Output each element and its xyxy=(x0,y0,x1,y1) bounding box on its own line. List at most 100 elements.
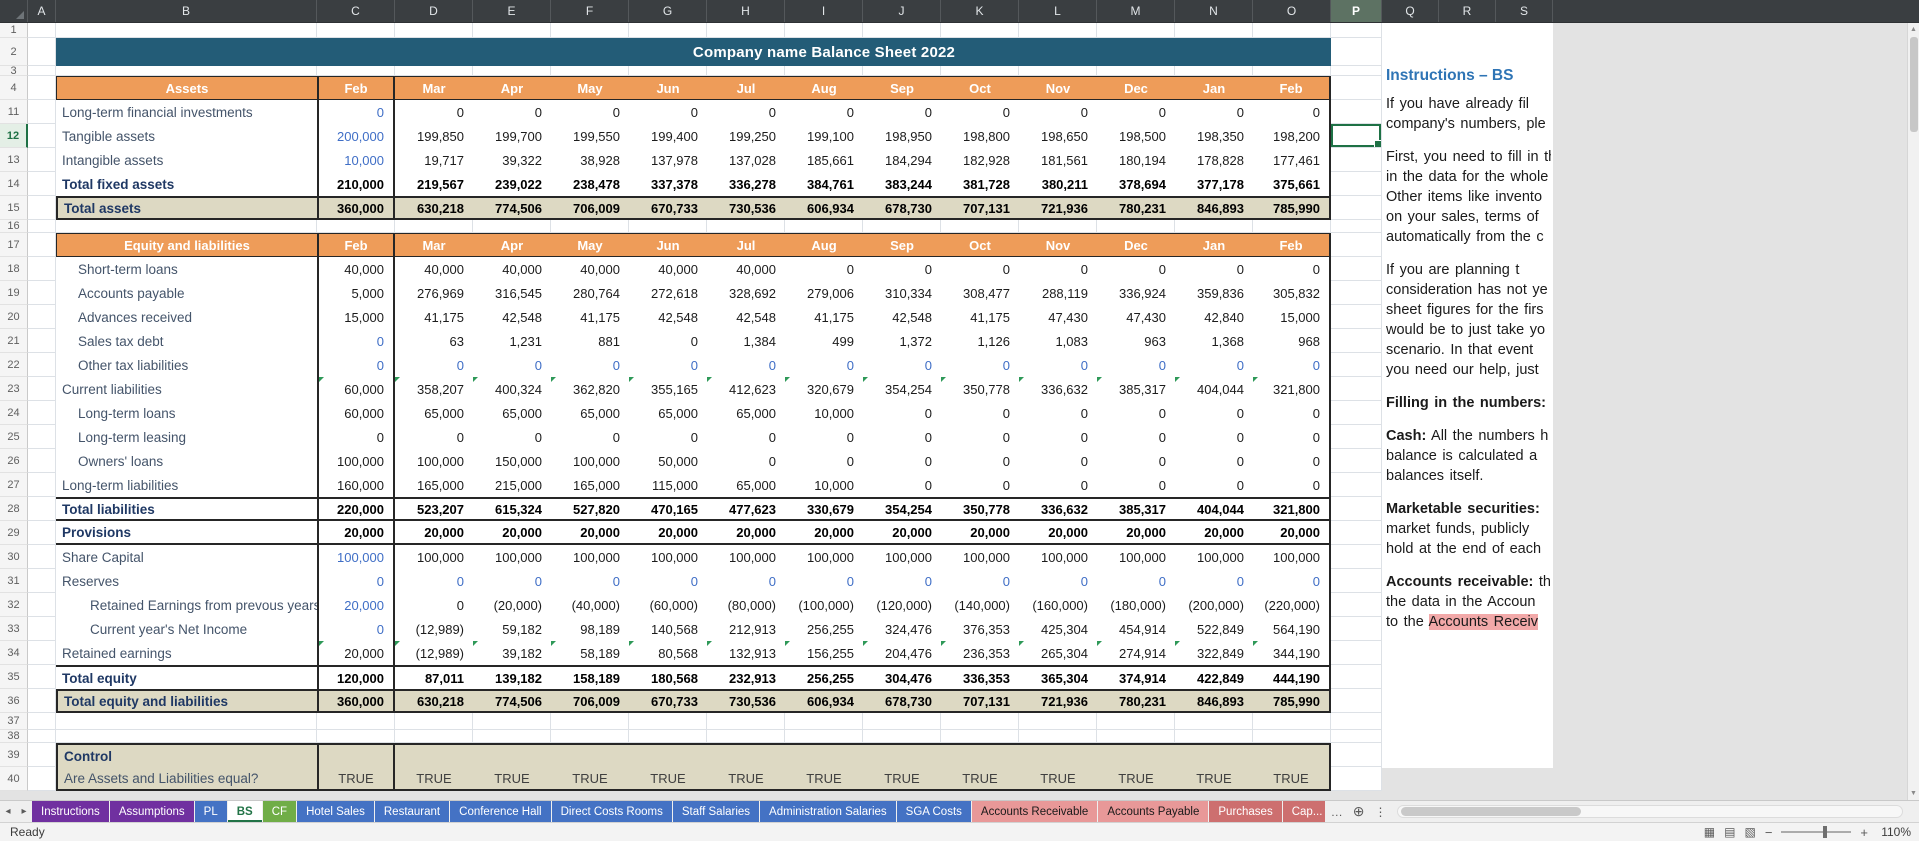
cell-D24[interactable]: 65,000 xyxy=(395,401,473,425)
cell-H40[interactable]: TRUE xyxy=(707,767,785,791)
tab-instructions[interactable]: Instructions xyxy=(32,801,109,822)
cell-M23[interactable]: 385,317 xyxy=(1097,377,1175,401)
cell-P30[interactable] xyxy=(1331,545,1382,569)
cell-M16[interactable] xyxy=(1097,220,1175,233)
cell-I28[interactable]: 330,679 xyxy=(785,497,863,521)
cell-H32[interactable]: (80,000) xyxy=(707,593,785,617)
cell-L15[interactable]: 721,936 xyxy=(1019,196,1097,220)
cell-D37[interactable] xyxy=(395,713,473,730)
cell-H20[interactable]: 42,548 xyxy=(707,305,785,329)
col-header-Q[interactable]: Q xyxy=(1382,0,1439,22)
cell-F25[interactable]: 0 xyxy=(551,425,629,449)
cell-N33[interactable]: 522,849 xyxy=(1175,617,1253,641)
row-header-17[interactable]: 17 xyxy=(0,233,28,257)
row-header-36[interactable]: 36 xyxy=(0,689,28,713)
cell-P40[interactable] xyxy=(1331,767,1382,791)
tab-cap[interactable]: Cap... xyxy=(1283,801,1325,822)
cell-H18[interactable]: 40,000 xyxy=(707,257,785,281)
cell-P24[interactable] xyxy=(1331,401,1382,425)
cell-J36[interactable]: 678,730 xyxy=(863,689,941,713)
cell-P27[interactable] xyxy=(1331,473,1382,497)
cell-A24[interactable] xyxy=(28,401,56,425)
cell-E12[interactable]: 199,700 xyxy=(473,124,551,148)
label-share-capital[interactable]: Share Capital xyxy=(56,545,317,569)
cell-G38[interactable] xyxy=(629,730,707,743)
cell-N14[interactable]: 377,178 xyxy=(1175,172,1253,196)
cell-A15[interactable] xyxy=(28,196,56,220)
cell-P25[interactable] xyxy=(1331,425,1382,449)
cell-J25[interactable]: 0 xyxy=(863,425,941,449)
cell-E18[interactable]: 40,000 xyxy=(473,257,551,281)
cell-D22[interactable]: 0 xyxy=(395,353,473,377)
cell-P38[interactable] xyxy=(1331,730,1382,743)
cell-J11[interactable]: 0 xyxy=(863,100,941,124)
cell-G11[interactable]: 0 xyxy=(629,100,707,124)
zoom-in-button[interactable]: + xyxy=(1860,825,1868,840)
row-header-4[interactable]: 4 xyxy=(0,76,28,100)
cell-A22[interactable] xyxy=(28,353,56,377)
cell-J18[interactable]: 0 xyxy=(863,257,941,281)
cell-G30[interactable]: 100,000 xyxy=(629,545,707,569)
cell-D26[interactable]: 100,000 xyxy=(395,449,473,473)
cell-L23[interactable]: 336,632 xyxy=(1019,377,1097,401)
cell-A16[interactable] xyxy=(28,220,56,233)
cell-A40[interactable] xyxy=(28,767,56,791)
cell-K1[interactable] xyxy=(941,23,1019,38)
cell-E14[interactable]: 239,022 xyxy=(473,172,551,196)
cell-A39[interactable] xyxy=(28,743,56,767)
row-header-30[interactable]: 30 xyxy=(0,545,28,569)
cell-A17[interactable] xyxy=(28,233,56,257)
cell-E16[interactable] xyxy=(473,220,551,233)
col-header-L[interactable]: L xyxy=(1019,0,1097,22)
row-header-19[interactable]: 19 xyxy=(0,281,28,305)
cell-A12[interactable] xyxy=(28,124,56,148)
col-header-H[interactable]: H xyxy=(707,0,785,22)
cell-K37[interactable] xyxy=(941,713,1019,730)
cell-N30[interactable]: 100,000 xyxy=(1175,545,1253,569)
cell-D25[interactable]: 0 xyxy=(395,425,473,449)
cell-C34[interactable]: 20,000 xyxy=(317,641,395,665)
cell-M13[interactable]: 180,194 xyxy=(1097,148,1175,172)
cell-B16[interactable] xyxy=(56,220,317,233)
cell-J27[interactable]: 0 xyxy=(863,473,941,497)
tab-purchases[interactable]: Purchases xyxy=(1209,801,1281,822)
cell-H30[interactable]: 100,000 xyxy=(707,545,785,569)
cell-E38[interactable] xyxy=(473,730,551,743)
cell-A32[interactable] xyxy=(28,593,56,617)
cell-J39[interactable] xyxy=(863,743,941,767)
cell-H31[interactable]: 0 xyxy=(707,569,785,593)
cell-H3[interactable] xyxy=(707,66,785,76)
cell-I15[interactable]: 606,934 xyxy=(785,196,863,220)
row-header-13[interactable]: 13 xyxy=(0,148,28,172)
cell-C1[interactable] xyxy=(317,23,395,38)
row-header-39[interactable]: 39 xyxy=(0,743,28,767)
cell-A2[interactable] xyxy=(28,38,56,66)
row-header-21[interactable]: 21 xyxy=(0,329,28,353)
tab-hotel-sales[interactable]: Hotel Sales xyxy=(297,801,374,822)
cell-O3[interactable] xyxy=(1253,66,1331,76)
zoom-out-button[interactable]: − xyxy=(1765,825,1773,840)
cell-F18[interactable]: 40,000 xyxy=(551,257,629,281)
cell-J22[interactable]: 0 xyxy=(863,353,941,377)
tab-scroll-right-icon[interactable]: ▸ xyxy=(16,801,32,822)
cell-P18[interactable] xyxy=(1331,257,1382,281)
cell-P11[interactable] xyxy=(1331,100,1382,124)
cell-I29[interactable]: 20,000 xyxy=(785,521,863,545)
cell-H11[interactable]: 0 xyxy=(707,100,785,124)
cell-C19[interactable]: 5,000 xyxy=(317,281,395,305)
col-header-R[interactable]: R xyxy=(1439,0,1496,22)
cell-G34[interactable]: 80,568 xyxy=(629,641,707,665)
cell-N34[interactable]: 322,849 xyxy=(1175,641,1253,665)
tab-options-icon[interactable]: ⋮ xyxy=(1369,801,1391,822)
cell-J34[interactable]: 204,476 xyxy=(863,641,941,665)
cell-F39[interactable] xyxy=(551,743,629,767)
cell-P21[interactable] xyxy=(1331,329,1382,353)
cell-E11[interactable]: 0 xyxy=(473,100,551,124)
label-total-equity[interactable]: Total equity xyxy=(56,665,317,689)
cell-L12[interactable]: 198,650 xyxy=(1019,124,1097,148)
cell-O11[interactable]: 0 xyxy=(1253,100,1331,124)
label-short-term-loans[interactable]: Short-term loans xyxy=(56,257,317,281)
cell-D34[interactable]: (12,989) xyxy=(395,641,473,665)
cell-K34[interactable]: 236,353 xyxy=(941,641,1019,665)
cell-J28[interactable]: 354,254 xyxy=(863,497,941,521)
